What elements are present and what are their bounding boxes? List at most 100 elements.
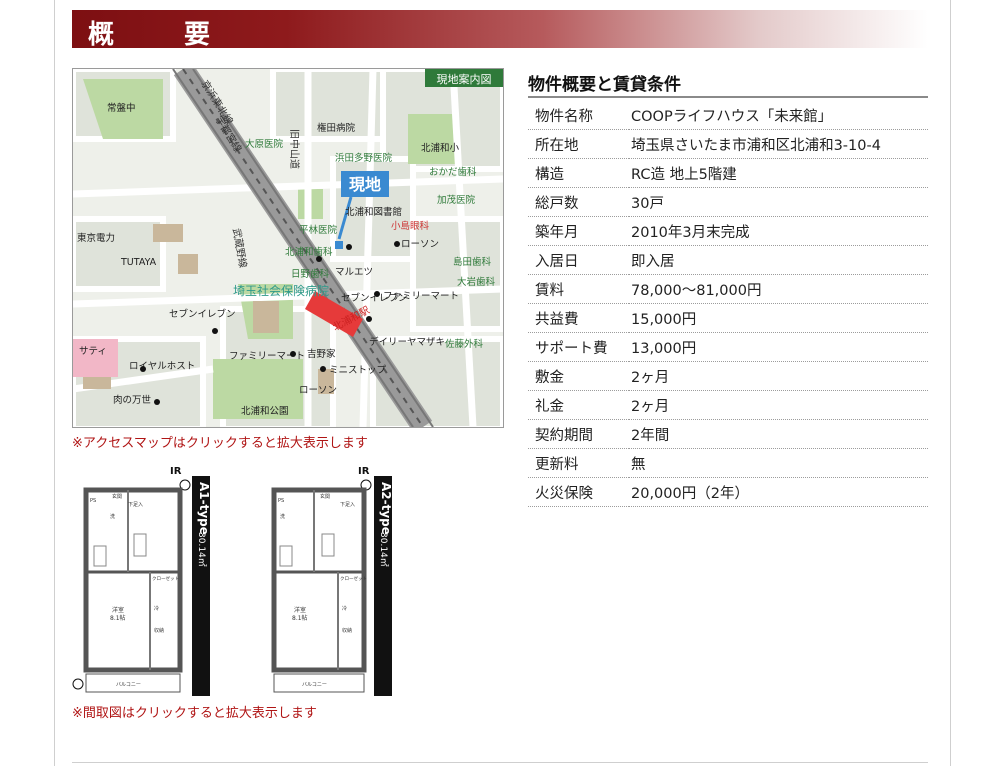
summary-row-value: 埼玉県さいたま市浦和区北浦和3-10-4	[629, 129, 928, 159]
fp-a2-area: 30.14㎡	[378, 532, 389, 567]
summary-row: 構造 RC造 地上5階建	[528, 158, 928, 188]
summary-row: 総戸数 30戸	[528, 187, 928, 217]
map-label-ministop: ミニストップ	[329, 365, 387, 376]
page-left-border	[54, 0, 55, 766]
fp-a1-type: A1-type	[197, 482, 211, 535]
access-map[interactable]: 現地 現地案内図 京浜東北線 宇都宮線 武蔵野線 旧中山道 常盤中 北浦和小 東…	[72, 68, 504, 428]
fp-a2-ir: IR	[358, 466, 370, 477]
summary-row-value: RC造 地上5階建	[629, 158, 928, 188]
summary-row-value: 20,000円（2年）	[629, 477, 928, 507]
fp-a1-fridge: 冷	[154, 605, 159, 612]
fp-a2-shoes: 下足入	[340, 502, 355, 508]
summary-row-key: 火災保険	[528, 477, 629, 507]
map-label-daily: デイリーヤマザキ	[369, 336, 445, 348]
map-label-hiruno: 日野歯科	[291, 268, 330, 280]
fp-a1-ps: PS	[90, 498, 96, 504]
fp-a2-ps: PS	[278, 498, 284, 504]
summary-row-value: 15,000円	[629, 303, 928, 333]
map-label-kitaurawa-sho: 北浦和小	[421, 142, 460, 154]
map-label-nikunomansei: 肉の万世	[113, 394, 152, 406]
summary-row-value: 即入居	[629, 245, 928, 275]
summary-row: 共益費 15,000円	[528, 303, 928, 333]
summary-row-value: 2010年3月末完成	[629, 216, 928, 246]
summary-row-value: 13,000円	[629, 332, 928, 362]
fp-a2-wash: 洗	[280, 513, 285, 520]
summary-row-value: 無	[629, 448, 928, 478]
fp-a1-area: 30.14㎡	[196, 532, 207, 567]
fp-a2-room: 洋室	[294, 606, 306, 614]
summary-row-value: 78,000～81,000円	[629, 274, 928, 304]
map-graphic: 現地 現地案内図 京浜東北線 宇都宮線 武蔵野線 旧中山道 常盤中 北浦和小 東…	[73, 69, 503, 427]
map-label-shakai-hoken: 埼玉社会保険病院	[233, 283, 329, 298]
fp-a2-size: 8.1帖	[292, 614, 308, 622]
map-label-tutaya: TUTAYA	[120, 257, 157, 268]
map-label-lawson2: ローソン	[299, 385, 337, 396]
map-label-marketsu: マルエツ	[335, 267, 373, 278]
map-label-kitaurawa-koen: 北浦和公園	[241, 405, 289, 417]
map-label-gondenbyoin: 権田病院	[317, 122, 356, 134]
map-label-nakasendo: 旧中山道	[288, 129, 301, 169]
summary-rule	[528, 96, 928, 98]
summary-row: 所在地 埼玉県さいたま市浦和区北浦和3-10-4	[528, 129, 928, 159]
map-label-kojima: 小島眼科	[391, 220, 430, 232]
map-label-royal-host: ロイヤルホスト	[129, 361, 195, 372]
summary-title: 物件概要と賃貸条件	[528, 75, 681, 95]
map-label-toshokan: 北浦和図書館	[345, 206, 402, 218]
summary-row: サポート費 13,000円	[528, 332, 928, 362]
summary-row-key: 礼金	[528, 390, 629, 420]
floorplan-caption: ※間取図はクリックすると拡大表示します	[72, 706, 317, 721]
map-label-otsuka: 大原医院	[245, 138, 284, 150]
summary-row-value: 30戸	[629, 187, 928, 217]
fp-a1-balcony: バルコニー	[116, 682, 141, 688]
fp-a2-closet: クローゼット	[340, 575, 367, 582]
section-header: 概 要	[72, 10, 928, 50]
summary-row-key: 入居日	[528, 245, 629, 275]
summary-row: 敷金 2ヶ月	[528, 361, 928, 391]
summary-row: 入居日 即入居	[528, 245, 928, 275]
map-label-okada: おかだ歯科	[429, 166, 477, 178]
summary-row: 火災保険 20,000円（2年）	[528, 477, 928, 507]
summary-row: 物件名称 COOPライフハウス「未来館」	[528, 101, 928, 130]
fp-a1-wash: 洗	[110, 513, 115, 520]
fp-a1-room: 洋室	[112, 606, 124, 614]
summary-row-key: 契約期間	[528, 419, 629, 449]
summary-row-value: COOPライフハウス「未来館」	[629, 101, 928, 130]
map-label-yoshinoya: 吉野家	[307, 348, 336, 360]
fp-a1-closet: クローゼット	[152, 575, 179, 582]
map-label-hirabayashi: 平林医院	[299, 224, 338, 236]
map-label-seven2: セブンイレブン	[169, 308, 236, 320]
summary-row: 礼金 2ヶ月	[528, 390, 928, 420]
floorplan-a1[interactable]: A1-type 30.14㎡ IR 玄関 PS 下足入 洗 クローゼット 冷 収…	[72, 462, 212, 698]
fp-a1-shoes: 下足入	[128, 502, 143, 508]
summary-row-value: 2年間	[629, 419, 928, 449]
summary-row: 契約期間 2年間	[528, 419, 928, 449]
map-caption: ※アクセスマップはクリックすると拡大表示します	[72, 436, 368, 451]
summary-row-key: 共益費	[528, 303, 629, 333]
map-label-tokyo-denryoku: 東京電力	[77, 232, 115, 244]
map-label-tokiwa: 常盤中	[107, 102, 136, 114]
map-label-kato: 加茂医院	[437, 194, 476, 206]
map-label-sato: 佐藤外科	[445, 338, 484, 350]
summary-row: 更新料無	[528, 448, 928, 478]
fp-a2-type: A2-type	[379, 482, 393, 535]
map-label-kitaurawa-shika: 北浦和歯科	[285, 246, 333, 258]
fp-a2-entrance: 玄関	[320, 493, 330, 500]
fp-a1-ir: IR	[170, 466, 182, 477]
summary-row-key: 更新料	[528, 448, 629, 478]
map-label-hamada: 浜田多野医院	[335, 152, 393, 164]
fp-a1-size: 8.1帖	[110, 614, 126, 622]
summary-row: 賃料 78,000～81,000円	[528, 274, 928, 304]
summary-row-key: 築年月	[528, 216, 629, 246]
map-here-label: 現地	[349, 175, 381, 194]
summary-row-key: 賃料	[528, 274, 629, 304]
summary-row-value: 2ヶ月	[629, 361, 928, 391]
floorplan-a1-graphic: A1-type 30.14㎡ IR 玄関 PS 下足入 洗 クローゼット 冷 収…	[72, 466, 211, 696]
map-label-lawson: ローソン	[401, 239, 439, 250]
bottom-divider	[72, 762, 928, 763]
floorplan-a2[interactable]: A2-type 30.14㎡ IR 玄関 PS 下足入 洗 クローゼット 冷 収…	[266, 462, 406, 698]
summary-row-key: 構造	[528, 158, 629, 188]
fp-a2-storage: 収納	[342, 627, 352, 634]
page-right-border	[950, 0, 951, 766]
fp-a1-storage: 収納	[154, 627, 164, 634]
fp-a1-entrance: 玄関	[112, 493, 122, 500]
